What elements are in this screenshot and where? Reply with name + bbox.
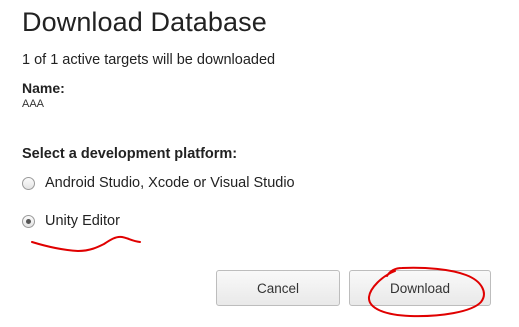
platform-option-unity-editor[interactable]: Unity Editor <box>22 213 120 229</box>
underline-scribble <box>31 235 141 253</box>
cancel-button[interactable]: Cancel <box>216 270 340 306</box>
radio-dot <box>26 218 31 224</box>
platform-option-label: Unity Editor <box>45 213 120 229</box>
platform-label: Select a development platform: <box>22 146 238 162</box>
name-label: Name: <box>22 80 65 96</box>
database-name-value: AAA <box>22 98 45 110</box>
radio-button-unselected[interactable] <box>22 176 35 190</box>
platform-option-label: Android Studio, Xcode or Visual Studio <box>45 175 295 191</box>
dialog-title: Download Database <box>22 7 267 37</box>
platform-option-android-xcode-vs[interactable]: Android Studio, Xcode or Visual Studio <box>22 175 295 191</box>
download-database-dialog: Download Database 1 of 1 active targets … <box>0 0 519 327</box>
radio-button-selected[interactable] <box>22 214 35 228</box>
targets-summary: 1 of 1 active targets will be downloaded <box>22 52 276 68</box>
download-button[interactable]: Download <box>349 270 491 306</box>
